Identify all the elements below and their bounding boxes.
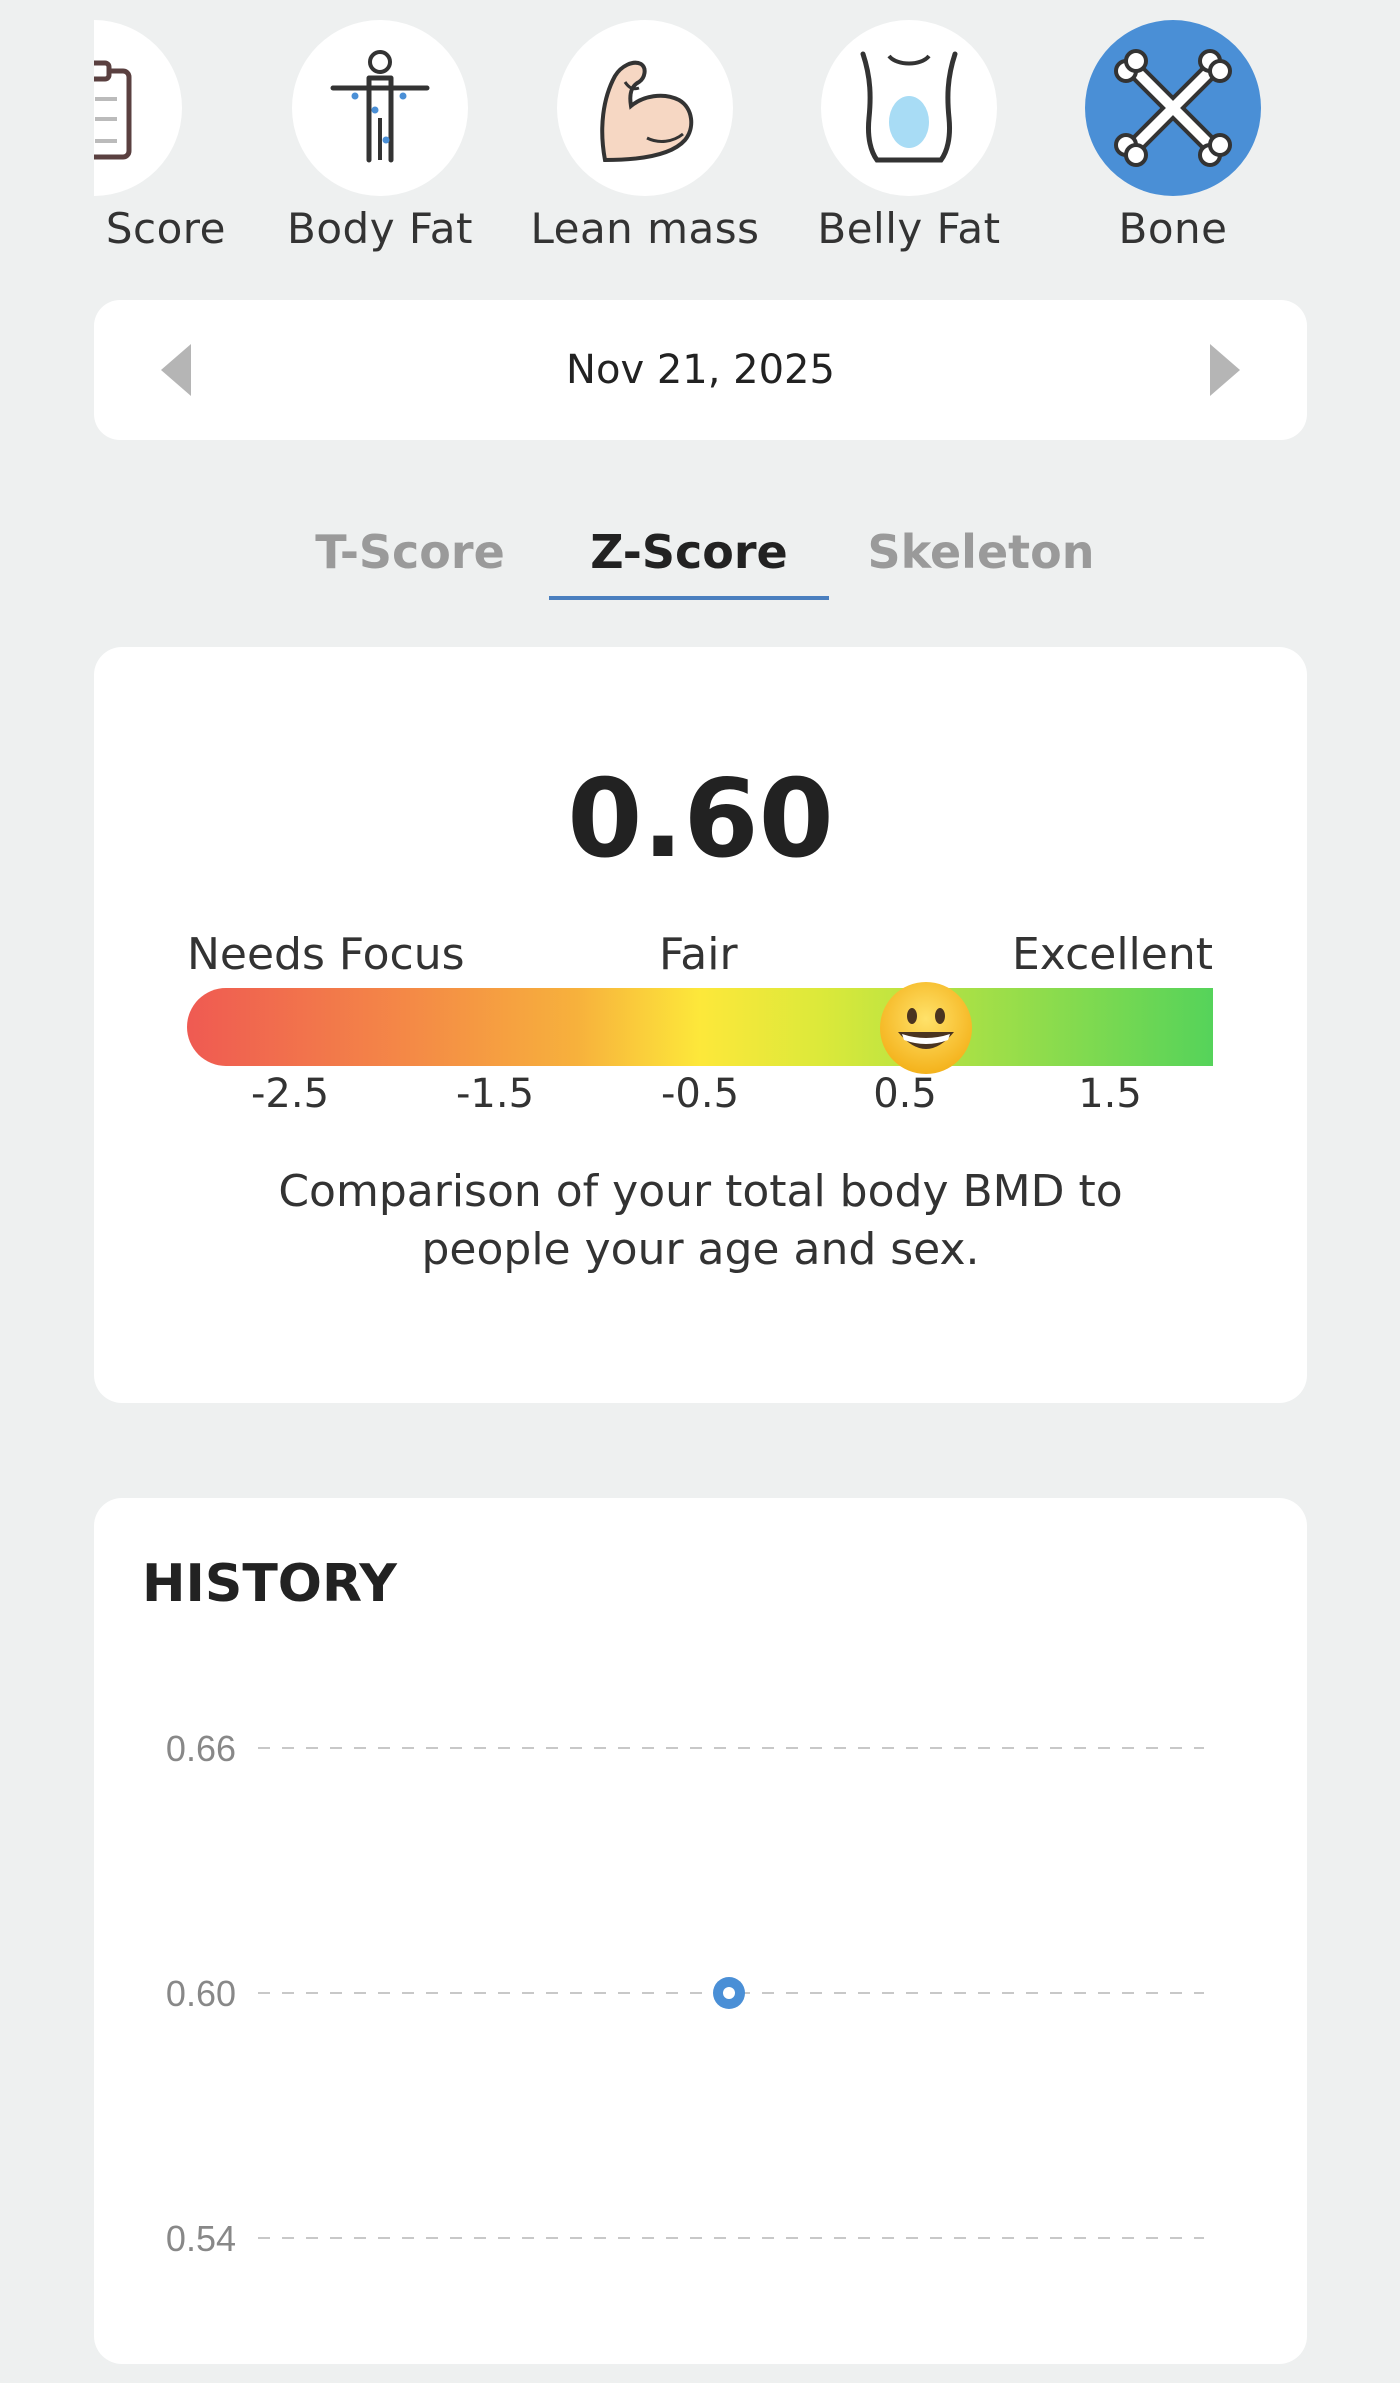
category-label: Bone: [1118, 204, 1228, 253]
category-body-score[interactable]: y Score: [94, 20, 226, 253]
score-description: Comparison of your total body BMD to peo…: [278, 1166, 1123, 1275]
smiley-face-icon: [879, 982, 972, 1074]
category-label: Lean mass: [530, 204, 760, 253]
gauge-tick-label: 1.5: [1078, 1071, 1142, 1117]
gauge-tick-label: -1.5: [455, 1071, 535, 1117]
category-belly-fat[interactable]: Belly Fat: [777, 20, 1041, 253]
category-body-fat[interactable]: Body Fat: [248, 20, 512, 253]
score-value: 0.60: [567, 757, 834, 882]
category-label: Belly Fat: [817, 204, 1001, 253]
score-tabs: T-Score Z-Score Skeleton: [0, 510, 1400, 600]
crossed-bones-icon: [1114, 49, 1232, 167]
flexed-arm-icon: [600, 60, 694, 163]
history-chart: 0.66 0.60 0.54: [166, 1728, 1204, 2259]
category-circle[interactable]: [821, 20, 997, 196]
history-y-tick-label: 0.54: [166, 2218, 236, 2259]
history-y-tick-label: 0.60: [166, 1973, 236, 2014]
category-circle-active[interactable]: [1085, 20, 1261, 196]
range-label-mid: Fair: [659, 929, 738, 980]
current-date[interactable]: Nov 21, 2025: [566, 347, 835, 393]
date-navigator: Nov 21, 2025: [94, 300, 1307, 440]
history-card: HISTORY 0.66 0.60 0.54: [94, 1498, 1307, 2364]
category-label: Body Fat: [287, 204, 473, 253]
category-lean-mass[interactable]: Lean mass: [513, 20, 777, 253]
previous-date-button[interactable]: [146, 340, 206, 400]
gauge-tick-label: -0.5: [660, 1071, 740, 1117]
tab-z-score[interactable]: Z-Score: [549, 510, 829, 600]
chevron-left-icon: [161, 344, 191, 396]
range-label-low: Needs Focus: [187, 929, 465, 980]
tab-skeleton[interactable]: Skeleton: [856, 510, 1106, 600]
chevron-right-icon: [1210, 344, 1240, 396]
category-strip[interactable]: y Score Body Fat Lean mass: [94, 0, 1400, 270]
body-figure-icon: [330, 50, 430, 163]
history-y-tick-label: 0.66: [166, 1728, 236, 1769]
tab-t-score[interactable]: T-Score: [300, 510, 520, 600]
category-label: y Score: [94, 204, 226, 253]
history-data-point-center: [723, 1987, 735, 1999]
gauge-tick-label: -2.5: [250, 1071, 330, 1117]
range-label-high: Excellent: [1012, 929, 1213, 980]
z-score-card: 0.60 Needs Focus Fair Excellent -2.5 -1.…: [94, 647, 1307, 1403]
next-date-button[interactable]: [1195, 340, 1255, 400]
category-circle[interactable]: [292, 20, 468, 196]
torso-icon: [860, 51, 958, 163]
category-circle[interactable]: [94, 20, 182, 196]
clipboard-checklist-icon: [94, 60, 132, 160]
gauge-tick-label: 0.5: [873, 1071, 937, 1117]
category-bone[interactable]: Bone: [1041, 20, 1305, 253]
category-circle[interactable]: [557, 20, 733, 196]
score-gauge-bar: [187, 988, 1213, 1066]
